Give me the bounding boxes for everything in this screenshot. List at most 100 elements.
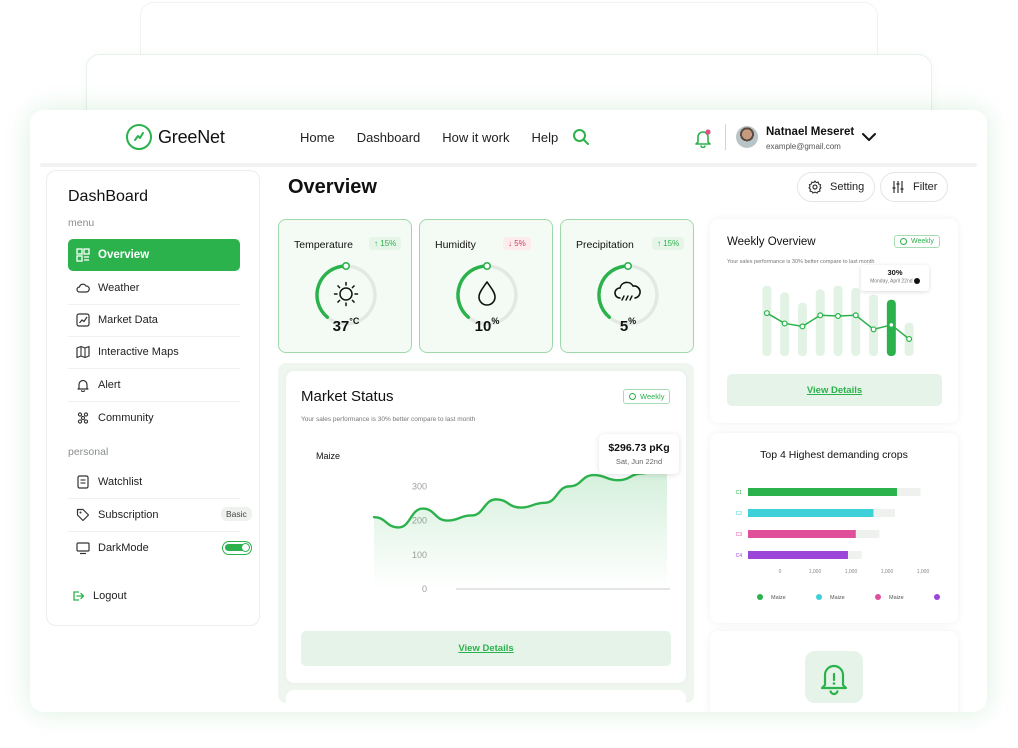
setting-button[interactable]: Setting: [797, 172, 876, 202]
crop-bar: [748, 509, 874, 517]
sidebar-item-label: Overview: [98, 249, 150, 261]
humidity-value: 10: [474, 318, 492, 335]
x-tick-label: 1,000: [809, 569, 822, 575]
section-label-menu: menu: [68, 217, 95, 229]
filter-sliders-icon: [892, 181, 904, 193]
tooltip-date: Sat, Jun 22nd: [615, 457, 663, 466]
stat-value: 5%: [561, 316, 695, 335]
nav-help[interactable]: Help: [531, 130, 558, 145]
market-status-title: Market Status: [301, 388, 394, 405]
weekly-overview-title: Weekly Overview: [727, 236, 816, 248]
page-title: Overview: [288, 176, 377, 198]
sidebar-item-market-data[interactable]: Market Data: [68, 304, 240, 336]
main-nav: Home Dashboard How it work Help: [300, 130, 580, 145]
weekly-bar: [833, 285, 843, 356]
nav-home[interactable]: Home: [300, 130, 335, 145]
plan-badge: Basic: [221, 507, 252, 521]
logout-icon: [73, 591, 85, 601]
y-tick-label: 300: [412, 481, 427, 491]
section-label-personal: personal: [68, 446, 109, 458]
tooltip-date-text: Monday, April 22nd: [870, 278, 913, 285]
legend-swatch: [757, 594, 763, 600]
weekly-bar-chart: [762, 285, 914, 356]
weekly-bar: [851, 287, 861, 356]
stat-value: 37°C: [279, 316, 413, 335]
logo[interactable]: GreeNet: [126, 124, 225, 150]
stat-card-precipitation[interactable]: Precipitation ↑ 15% 5%: [560, 219, 694, 353]
chart-icon: [76, 313, 90, 327]
leaf-logo-icon: [126, 124, 152, 150]
info-icon: [913, 278, 920, 284]
weekly-chip[interactable]: Weekly: [894, 235, 940, 248]
search-icon[interactable]: [572, 128, 590, 146]
legend-label: Maize: [889, 595, 904, 601]
sidebar-item-darkmode[interactable]: DarkMode: [68, 532, 252, 564]
stat-card-humidity[interactable]: Humidity ↓ 5% 10%: [419, 219, 553, 353]
community-icon: [77, 412, 89, 424]
sidebar-item-community[interactable]: Community: [68, 402, 240, 434]
chevron-down-icon[interactable]: [862, 132, 876, 142]
legend-swatch: [875, 594, 881, 600]
sidebar-item-alert[interactable]: Alert: [68, 369, 240, 401]
sidebar-item-subscription[interactable]: Subscription Basic: [68, 499, 252, 531]
gear-icon: [808, 180, 822, 194]
stat-change-badge: ↓ 5%: [503, 237, 531, 250]
temperature-value: 37: [332, 318, 350, 335]
weekly-bar: [869, 294, 879, 356]
top-crops-title: Top 4 Highest demanding crops: [760, 449, 908, 461]
filter-label: Filter: [913, 181, 938, 193]
darkmode-toggle[interactable]: [222, 541, 252, 555]
category-label: C2: [736, 511, 743, 517]
sidebar-item-label: DarkMode: [98, 542, 149, 554]
legend-swatch: [934, 594, 940, 600]
stat-change-badge: ↑ 15%: [652, 237, 685, 250]
market-weekly-chip[interactable]: Weekly: [623, 389, 671, 404]
bell-icon: [77, 379, 89, 392]
sun-icon: [333, 281, 359, 307]
filter-button[interactable]: Filter: [880, 172, 949, 202]
droplet-icon: [478, 281, 496, 306]
weekly-point: [870, 326, 877, 333]
sidebar-item-label: Alert: [98, 379, 121, 391]
weekly-point: [888, 321, 895, 328]
logout-button[interactable]: Logout: [63, 580, 235, 612]
weekly-point: [852, 312, 859, 319]
sidebar-item-interactive-maps[interactable]: Interactive Maps: [68, 336, 240, 368]
sidebar-item-watchlist[interactable]: Watchlist: [68, 466, 240, 498]
monitor-icon: [76, 542, 90, 555]
stat-change: 15%: [663, 239, 680, 248]
top-navbar: GreeNet Home Dashboard How it work Help …: [30, 110, 987, 167]
weekly-point: [834, 313, 841, 320]
weekly-view-details-button[interactable]: View Details: [727, 374, 942, 406]
crop-bar: [748, 488, 897, 496]
sidebar-item-label: Community: [98, 412, 154, 424]
toggle-knob: [241, 543, 250, 552]
nav-dashboard[interactable]: Dashboard: [357, 130, 421, 145]
stat-change-badge: ↑ 15%: [369, 237, 402, 250]
x-tick-label: 1,000: [917, 569, 930, 575]
sidebar-item-label: Market Data: [98, 314, 158, 326]
cloud-icon: [76, 283, 90, 293]
market-view-details-button[interactable]: View Details: [301, 631, 671, 666]
alert-icon-tile[interactable]: [805, 651, 863, 703]
stat-unit: %: [491, 316, 500, 326]
tooltip-price: $296.73 pKg: [608, 442, 670, 454]
x-tick-label: 1,000: [845, 569, 858, 575]
clock-icon: [900, 238, 907, 245]
tooltip-value: 30%: [887, 268, 903, 277]
stat-value: 10%: [420, 316, 554, 335]
weekly-chip-label: Weekly: [640, 392, 665, 401]
avatar[interactable]: [736, 126, 758, 148]
notification-bell-icon[interactable]: [694, 128, 712, 148]
tag-icon: [76, 508, 90, 522]
stat-card-temperature[interactable]: Temperature ↑ 15% 37°C: [278, 219, 412, 353]
nav-how-it-work[interactable]: How it work: [442, 130, 509, 145]
sidebar-item-label: Watchlist: [98, 476, 143, 488]
header-divider: [40, 163, 977, 167]
sidebar-item-weather[interactable]: Weather: [68, 272, 240, 304]
stat-label: Precipitation: [576, 239, 634, 251]
next-card: [286, 690, 686, 712]
weekly-point: [763, 310, 770, 317]
sidebar-item-overview[interactable]: Overview: [68, 239, 240, 271]
sidebar-title: DashBoard: [68, 188, 149, 205]
